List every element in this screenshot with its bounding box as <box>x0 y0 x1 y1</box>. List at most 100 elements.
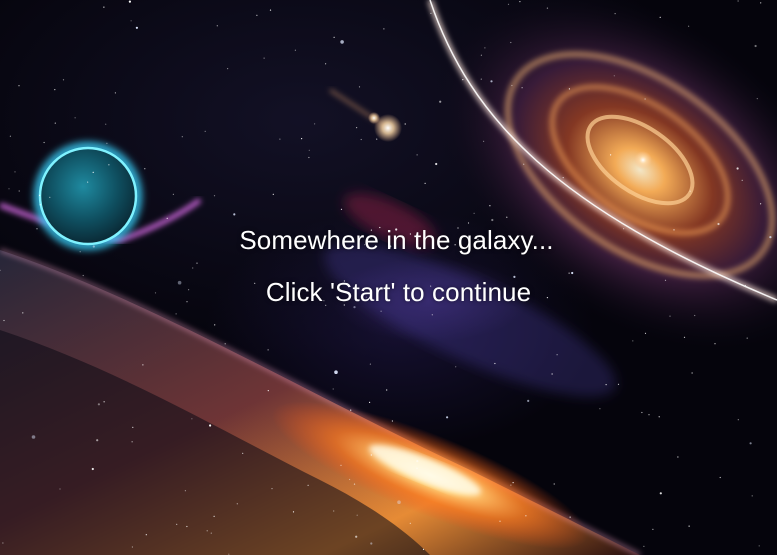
star <box>206 530 208 532</box>
star <box>175 313 177 315</box>
star <box>641 411 643 414</box>
star <box>294 49 296 51</box>
star <box>340 464 342 466</box>
star <box>467 222 470 224</box>
star <box>397 500 401 505</box>
star <box>369 363 371 365</box>
star <box>340 208 343 210</box>
star <box>333 36 335 38</box>
star <box>186 525 188 528</box>
star <box>424 182 426 184</box>
star <box>370 454 372 456</box>
star <box>204 130 206 132</box>
game-scene[interactable]: Somewhere in the galaxy... Click 'Start'… <box>0 0 777 555</box>
star <box>301 138 303 140</box>
star <box>9 135 11 137</box>
star <box>214 324 216 326</box>
star <box>683 336 686 338</box>
star <box>3 319 5 322</box>
star <box>484 47 486 49</box>
star <box>209 424 212 427</box>
star <box>14 171 16 173</box>
star <box>480 78 482 80</box>
star <box>455 366 457 368</box>
star <box>308 156 310 159</box>
star <box>356 127 358 129</box>
star <box>8 188 10 190</box>
star <box>416 154 418 156</box>
star <box>356 514 358 516</box>
star <box>510 484 512 486</box>
intro-title: Somewhere in the galaxy... <box>239 225 554 255</box>
star <box>510 41 512 44</box>
star <box>760 203 762 205</box>
star <box>196 262 198 264</box>
star <box>489 205 491 207</box>
star <box>325 63 327 65</box>
star <box>648 414 650 416</box>
star <box>562 177 564 179</box>
star <box>643 545 645 548</box>
star <box>271 488 273 490</box>
star <box>332 388 334 390</box>
star <box>114 92 116 94</box>
star <box>227 68 229 70</box>
star <box>746 337 748 339</box>
star <box>462 79 464 81</box>
star <box>340 40 344 44</box>
star <box>644 98 646 100</box>
star <box>605 384 607 386</box>
star <box>166 217 168 219</box>
star <box>480 54 482 56</box>
star <box>431 314 433 316</box>
start-prompt: Click 'Start' to continue <box>265 277 532 307</box>
star <box>333 510 335 512</box>
star <box>131 546 133 548</box>
star <box>181 136 183 138</box>
star <box>391 420 393 422</box>
star <box>267 390 269 392</box>
star <box>292 511 295 513</box>
star <box>103 6 105 8</box>
star <box>435 162 438 166</box>
star <box>383 28 385 30</box>
star <box>39 194 41 196</box>
star <box>741 179 743 181</box>
star <box>658 416 660 418</box>
star <box>689 190 691 192</box>
star <box>521 87 523 89</box>
star <box>490 80 493 83</box>
star <box>632 340 634 342</box>
star <box>754 44 757 48</box>
star <box>751 495 753 497</box>
star <box>54 89 56 91</box>
star <box>511 84 513 87</box>
star <box>422 548 425 551</box>
star <box>551 373 553 375</box>
star <box>31 435 36 439</box>
star <box>128 0 131 3</box>
star <box>22 312 24 314</box>
star <box>105 123 107 125</box>
star <box>494 362 496 365</box>
star <box>491 218 494 222</box>
star <box>756 98 758 100</box>
star <box>569 516 571 518</box>
star <box>131 441 133 443</box>
star <box>18 190 20 192</box>
star <box>525 515 527 517</box>
star <box>446 416 449 419</box>
star <box>688 25 690 27</box>
star <box>54 122 56 124</box>
star <box>145 534 147 536</box>
star <box>106 142 108 144</box>
star <box>256 14 258 16</box>
star <box>314 123 316 125</box>
star <box>184 490 186 492</box>
star <box>108 164 110 166</box>
star <box>736 167 739 170</box>
star <box>556 354 558 356</box>
star <box>91 467 94 471</box>
star <box>355 535 358 538</box>
star <box>172 193 174 195</box>
